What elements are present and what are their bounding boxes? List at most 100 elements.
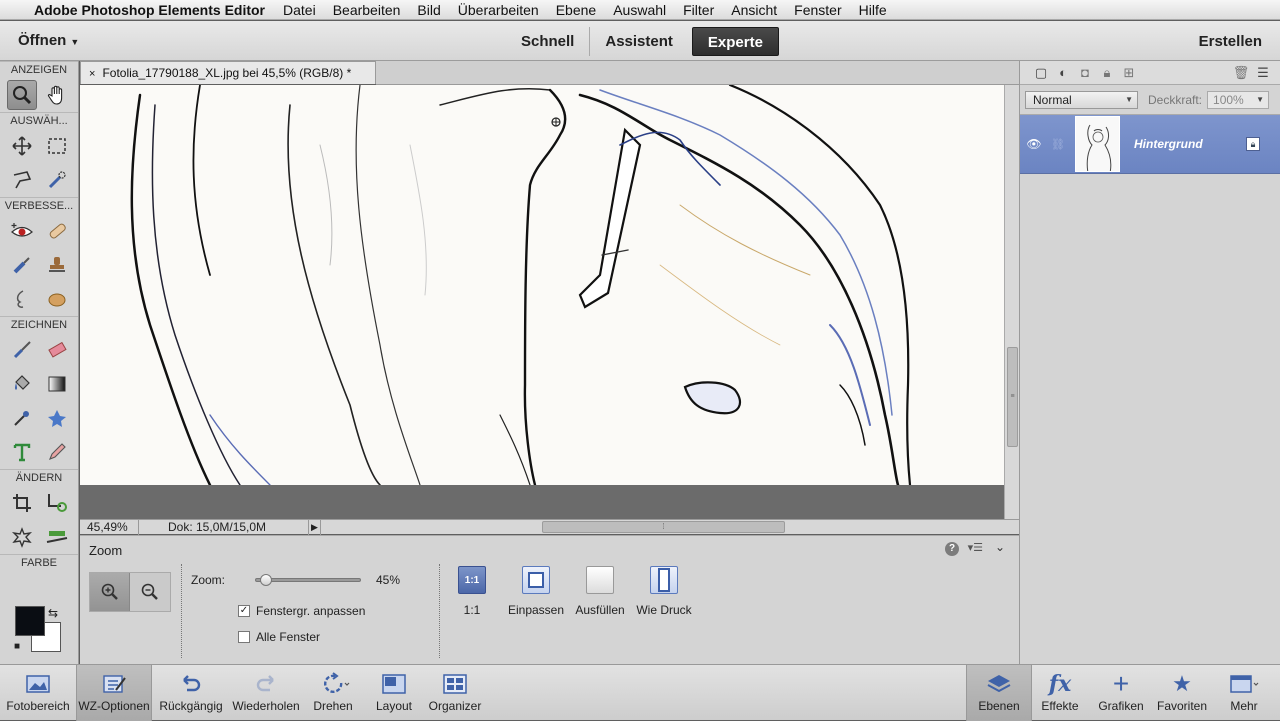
- fit-screen-button[interactable]: Einpassen: [505, 566, 567, 617]
- menu-bild[interactable]: Bild: [417, 2, 440, 18]
- lasso-tool-icon[interactable]: [7, 165, 37, 195]
- tool-options-button[interactable]: WZ-Optionen: [76, 665, 152, 721]
- eraser-tool-icon[interactable]: [42, 335, 72, 365]
- menu-filter[interactable]: Filter: [683, 2, 714, 18]
- menu-fenster[interactable]: Fenster: [794, 2, 841, 18]
- favorites-button[interactable]: ★ Favoriten: [1150, 665, 1214, 721]
- crop-tool-icon[interactable]: [7, 488, 37, 518]
- link-icon[interactable]: ⛓︎: [1046, 138, 1070, 151]
- image-canvas[interactable]: [80, 85, 1004, 485]
- menu-auswahl[interactable]: Auswahl: [613, 2, 666, 18]
- lock-icon[interactable]: 🔒︎: [1096, 64, 1118, 82]
- opacity-field[interactable]: 100% ▼: [1207, 90, 1270, 109]
- vertical-scrollbar[interactable]: ≡: [1004, 85, 1019, 519]
- mode-quick[interactable]: Schnell: [506, 27, 591, 56]
- layers-button[interactable]: Ebenen: [966, 665, 1032, 721]
- redo-icon: [228, 665, 304, 703]
- menu-bearbeiten[interactable]: Bearbeiten: [333, 2, 401, 18]
- move-tool-icon[interactable]: [7, 131, 37, 161]
- checkbox-box[interactable]: ✓: [238, 605, 250, 617]
- chevron-down-icon[interactable]: ⌄: [995, 540, 1005, 554]
- photo-bin-button[interactable]: Fotobereich: [0, 665, 76, 721]
- redo-button[interactable]: Wiederholen: [228, 665, 304, 721]
- eye-icon[interactable]: 👁︎: [1022, 137, 1046, 151]
- smart-brush-icon[interactable]: [7, 250, 37, 280]
- vertical-scroll-thumb[interactable]: ≡: [1007, 347, 1018, 447]
- checkbox-box[interactable]: [238, 631, 250, 643]
- custom-shape-icon[interactable]: [42, 403, 72, 433]
- zoom-percent[interactable]: 45%: [376, 573, 400, 587]
- graphics-button[interactable]: + Grafiken: [1090, 665, 1152, 721]
- quick-selection-icon[interactable]: [42, 165, 72, 195]
- menu-ansicht[interactable]: Ansicht: [731, 2, 777, 18]
- lock-transparency-icon[interactable]: ⊞: [1118, 64, 1140, 82]
- panel-menu-icon[interactable]: ▾☰: [968, 541, 983, 554]
- actual-pixels-label: 1:1: [463, 603, 481, 617]
- fit-window-label: Fenstergr. anpassen: [256, 604, 366, 618]
- marquee-tool-icon[interactable]: [42, 131, 72, 161]
- menu-ueberarbeiten[interactable]: Überarbeiten: [458, 2, 539, 18]
- create-button[interactable]: Erstellen: [1199, 33, 1262, 50]
- zoom-out-icon[interactable]: [130, 573, 170, 611]
- zoom-tool-icon[interactable]: [6, 80, 37, 110]
- help-icon[interactable]: ?: [945, 542, 959, 556]
- swap-colors-icon[interactable]: ⇆: [48, 606, 58, 620]
- close-icon[interactable]: ×: [89, 68, 95, 80]
- effects-button[interactable]: fx Effekte: [1030, 665, 1090, 721]
- clone-stamp-icon[interactable]: [42, 250, 72, 280]
- zoom-in-icon[interactable]: [90, 573, 130, 611]
- all-windows-checkbox[interactable]: Alle Fenster: [238, 630, 320, 644]
- pencil-tool-icon[interactable]: [42, 437, 72, 467]
- print-size-label: Wie Druck: [636, 603, 692, 617]
- fit-window-checkbox[interactable]: ✓ Fenstergr. anpassen: [238, 604, 365, 618]
- recompose-tool-icon[interactable]: [42, 488, 72, 518]
- mode-expert[interactable]: Experte: [691, 27, 779, 56]
- paint-bucket-icon[interactable]: [7, 369, 37, 399]
- status-menu-arrow-icon[interactable]: ▶: [309, 519, 321, 535]
- open-button[interactable]: Öffnen ▼: [18, 32, 79, 49]
- new-layer-icon[interactable]: ▢: [1030, 64, 1052, 82]
- more-button[interactable]: Mehr: [1214, 665, 1274, 721]
- fill-screen-label: Ausfüllen: [575, 603, 625, 617]
- trash-icon[interactable]: 🗑︎: [1230, 64, 1252, 82]
- hand-tool-icon[interactable]: [42, 80, 72, 110]
- spot-healing-icon[interactable]: [42, 216, 72, 246]
- straighten-tool-icon[interactable]: [42, 522, 72, 552]
- print-size-button[interactable]: Wie Druck: [633, 566, 695, 617]
- menu-hilfe[interactable]: Hilfe: [859, 2, 887, 18]
- chevron-down-icon: ▼: [1125, 94, 1133, 104]
- brush-tool-icon[interactable]: [7, 335, 37, 365]
- type-tool-icon[interactable]: [7, 437, 37, 467]
- fill-screen-button[interactable]: Ausfüllen: [569, 566, 631, 617]
- panel-menu-icon[interactable]: ☰: [1252, 64, 1274, 82]
- foreground-color-swatch[interactable]: [15, 606, 45, 636]
- zoom-slider-thumb[interactable]: [260, 574, 273, 586]
- actual-pixels-button[interactable]: 1:1 1:1: [441, 566, 503, 617]
- layer-row[interactable]: 👁︎ ⛓︎ Hintergrund 🔒︎: [1020, 115, 1280, 174]
- red-eye-icon[interactable]: [7, 216, 37, 246]
- cookie-cutter-icon[interactable]: [7, 522, 37, 552]
- document-tab[interactable]: × Fotolia_17790188_XL.jpg bei 45,5% (RGB/…: [80, 61, 376, 84]
- zoom-slider[interactable]: [255, 574, 361, 586]
- blur-tool-icon[interactable]: [7, 284, 37, 314]
- eyedropper-icon[interactable]: [7, 403, 37, 433]
- adjustment-layer-icon[interactable]: ◐: [1052, 64, 1074, 82]
- undo-button[interactable]: Rückgängig: [153, 665, 229, 721]
- menu-datei[interactable]: Datei: [283, 2, 316, 18]
- horizontal-scroll-thumb[interactable]: ⁞: [542, 521, 785, 533]
- layer-name[interactable]: Hintergrund: [1134, 137, 1246, 151]
- menu-ebene[interactable]: Ebene: [556, 2, 596, 18]
- organizer-button[interactable]: Organizer: [417, 665, 493, 721]
- zoom-readout[interactable]: 45,49%: [80, 519, 139, 535]
- toolbox: ANZEIGEN AUSWÄH... VERBESSE... ZEICHNEN …: [0, 61, 79, 664]
- default-colors-icon[interactable]: ■: [14, 641, 20, 652]
- canvas-background: [80, 485, 1004, 519]
- blend-mode-select[interactable]: Normal ▼: [1025, 90, 1138, 109]
- graphics-label: Grafiken: [1098, 699, 1144, 713]
- layer-mask-icon[interactable]: ◘: [1074, 64, 1096, 82]
- sponge-tool-icon[interactable]: [42, 284, 72, 314]
- mode-guided[interactable]: Assistent: [590, 27, 688, 56]
- app-name[interactable]: Adobe Photoshop Elements Editor: [34, 2, 265, 18]
- gradient-tool-icon[interactable]: [42, 369, 72, 399]
- chevron-down-icon: ▼: [70, 37, 80, 47]
